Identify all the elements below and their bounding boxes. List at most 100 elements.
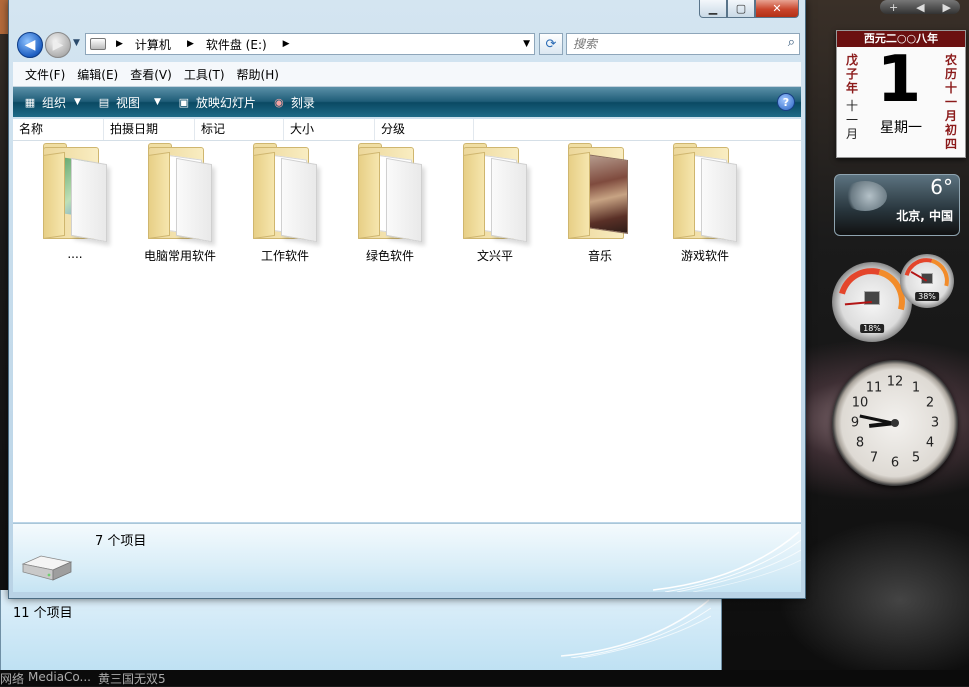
folder-icon <box>352 143 428 243</box>
memory-meter-gadget[interactable]: 38% <box>896 250 958 312</box>
navigation-bar: ◀ ▶ ▼ ▶ 计算机 ▶ 软件盘 (E:) ▶ ▼ ⟳ ⌕ <box>13 30 801 58</box>
weather-city: 北京, 中国 <box>896 209 953 223</box>
calendar-day: 1 <box>876 43 922 117</box>
help-icon[interactable]: ? <box>777 93 795 111</box>
breadcrumb-computer[interactable]: 计算机 <box>135 36 171 53</box>
chevron-left-icon[interactable]: ◀ <box>916 1 924 14</box>
refresh-button[interactable]: ⟳ <box>539 33 563 55</box>
organize-button[interactable]: ▦ 组织 ▼ <box>23 94 81 111</box>
clock-number: 3 <box>930 415 940 431</box>
organize-label: 组织 <box>42 95 67 110</box>
file-list[interactable]: .... 电脑常用软件 工作软件 绿色软件 文兴平 音乐 游戏软件 <box>13 141 801 522</box>
clock-number: 4 <box>925 435 935 451</box>
taskbar-item[interactable]: MediaCo... <box>28 670 91 684</box>
recent-pages-dropdown[interactable]: ▼ <box>73 38 80 48</box>
calendar-lunar-date: 农 历 十 一 月 初 四 <box>944 53 957 151</box>
calendar-month: 十 一 月 <box>845 99 858 141</box>
folder-icon <box>667 143 743 243</box>
clock-number: 7 <box>869 450 879 466</box>
folder-item[interactable]: 游戏软件 <box>655 143 755 264</box>
menu-help[interactable]: 帮助(H) <box>237 66 279 83</box>
folder-label: 绿色软件 <box>365 249 414 263</box>
weather-gadget[interactable]: 6° 北京, 中国 <box>834 174 960 236</box>
swoosh-decoration <box>653 531 801 592</box>
cpu-usage: 18% <box>860 324 884 333</box>
chevron-right-icon[interactable]: ▶ <box>187 39 194 49</box>
folder-label: 工作软件 <box>260 249 309 263</box>
folder-label: 电脑常用软件 <box>143 249 216 263</box>
folder-icon <box>562 143 638 239</box>
menu-tools[interactable]: 工具(T) <box>184 66 225 83</box>
clock-number: 1 <box>911 380 921 396</box>
views-button[interactable]: ▤ 视图 ▼ <box>97 94 161 111</box>
chevron-down-icon: ▼ <box>74 97 81 107</box>
calendar-gadget[interactable]: 西元二○○八年 戊 子 年 十 一 月 1 星期一 农 历 十 一 月 初 四 <box>836 30 966 158</box>
forward-button[interactable]: ▶ <box>45 32 71 58</box>
background-window[interactable]: 11 个项目 <box>0 590 722 671</box>
address-bar[interactable]: ▶ 计算机 ▶ 软件盘 (E:) ▶ ▼ <box>85 33 535 55</box>
clock-number: 10 <box>851 395 869 411</box>
item-count: 7 个项目 <box>95 534 147 549</box>
folder-label: 游戏软件 <box>680 249 729 263</box>
folder-item[interactable]: 工作软件 <box>235 143 335 264</box>
folder-icon <box>457 143 533 243</box>
folder-icon <box>247 143 323 243</box>
column-size[interactable]: 大小 <box>284 119 375 140</box>
taskbar-item[interactable]: 黄三国无双5 <box>98 670 166 687</box>
folder-item[interactable]: 文兴平 <box>445 143 545 264</box>
column-name[interactable]: 名称 <box>13 119 104 140</box>
chevron-right-icon[interactable]: ▶ <box>116 39 123 49</box>
weather-temperature: 6° <box>930 175 953 199</box>
maximize-button[interactable]: ▢ <box>727 0 755 18</box>
arrow-right-icon: ▶ <box>52 37 64 53</box>
swoosh-decoration <box>561 599 711 658</box>
clock-number: 2 <box>925 395 935 411</box>
clock-center <box>891 419 899 427</box>
add-gadget-icon[interactable]: + <box>889 1 898 14</box>
menu-view[interactable]: 查看(V) <box>130 66 172 83</box>
column-rating[interactable]: 分级 <box>375 119 474 140</box>
search-input[interactable] <box>571 36 775 52</box>
folder-item[interactable]: 绿色软件 <box>340 143 440 264</box>
search-box[interactable]: ⌕ <box>566 33 800 55</box>
folder-item[interactable]: .... <box>25 143 125 261</box>
menu-file[interactable]: 文件(F) <box>25 66 65 83</box>
calendar-ganzhi-year: 戊 子 年 <box>845 53 858 95</box>
hard-drive-icon <box>21 555 73 581</box>
folder-icon <box>142 143 218 243</box>
chevron-right-icon[interactable]: ▶ <box>283 39 290 49</box>
caption-buttons: ▁ ▢ ✕ <box>699 0 799 18</box>
clock-gadget[interactable]: 12 1 2 3 4 5 6 7 8 9 10 11 <box>832 360 958 486</box>
clock-number: 6 <box>890 455 900 471</box>
close-button[interactable]: ✕ <box>755 0 799 18</box>
minimize-icon: ▁ <box>708 2 718 15</box>
slideshow-button[interactable]: ▣ 放映幻灯片 <box>177 94 256 111</box>
menu-edit[interactable]: 编辑(E) <box>77 66 118 83</box>
folder-item[interactable]: 电脑常用软件 <box>130 143 230 264</box>
explorer-window[interactable]: ▁ ▢ ✕ ◀ ▶ ▼ ▶ 计算机 ▶ 软件盘 (E:) ▶ ▼ ⟳ ⌕ 文件(… <box>8 0 806 599</box>
background-window-status: 11 个项目 <box>13 606 73 621</box>
slideshow-icon: ▣ <box>178 95 190 109</box>
clock-number: 5 <box>911 450 921 466</box>
burn-button[interactable]: ◉ 刻录 <box>272 94 315 111</box>
chevron-right-icon[interactable]: ▶ <box>943 1 951 14</box>
taskbar: 网络 MediaCo... 黄三国无双5 <box>0 670 969 686</box>
column-headers: 名称 拍摄日期 标记 大小 分级 <box>13 119 801 141</box>
organize-icon: ▦ <box>24 95 36 109</box>
sidebar-controls[interactable]: + ◀ ▶ <box>880 0 960 14</box>
clock-number: 11 <box>865 380 883 396</box>
address-dropdown-icon[interactable]: ▼ <box>523 39 530 49</box>
calendar-weekday: 星期一 <box>880 120 922 136</box>
moon-icon <box>843 181 887 211</box>
back-button[interactable]: ◀ <box>17 32 43 58</box>
minimize-button[interactable]: ▁ <box>699 0 727 18</box>
search-icon[interactable]: ⌕ <box>788 35 795 50</box>
command-bar: ▦ 组织 ▼ ▤ 视图 ▼ ▣ 放映幻灯片 ◉ 刻录 ? <box>13 87 801 117</box>
breadcrumb-drive[interactable]: 软件盘 (E:) <box>206 36 267 53</box>
column-tags[interactable]: 标记 <box>195 119 284 140</box>
folder-icon <box>37 143 113 243</box>
column-date-taken[interactable]: 拍摄日期 <box>104 119 195 140</box>
taskbar-item[interactable]: 网络 <box>0 670 24 687</box>
folder-item[interactable]: 音乐 <box>550 143 650 264</box>
views-icon: ▤ <box>98 95 110 109</box>
